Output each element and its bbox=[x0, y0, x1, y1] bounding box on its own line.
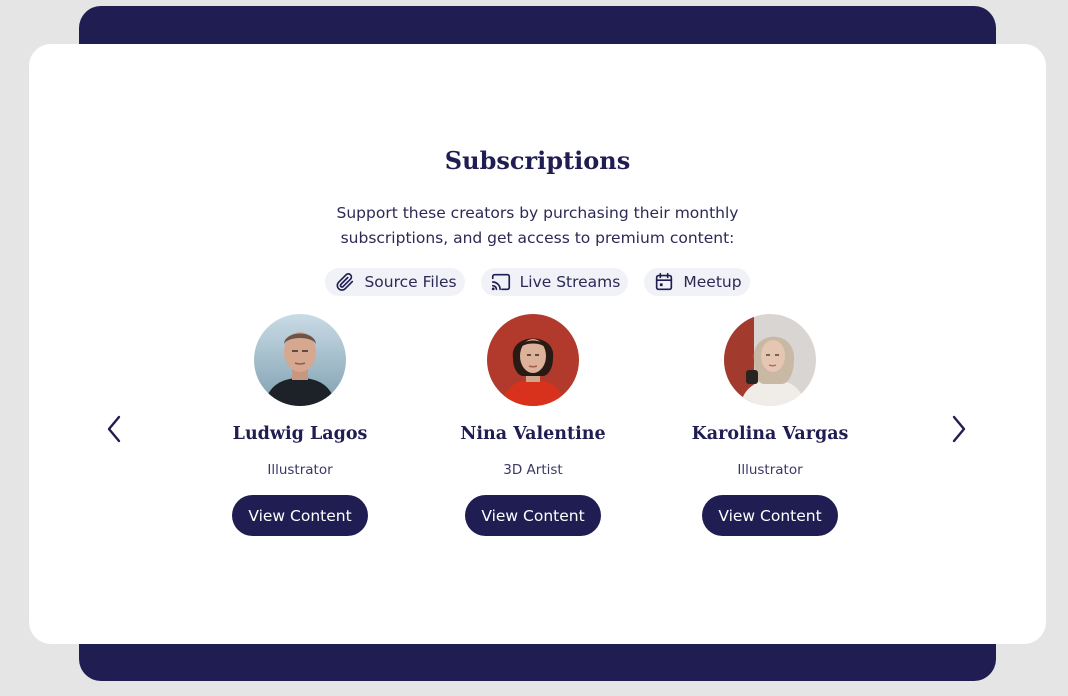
creator-name: Ludwig Lagos bbox=[232, 424, 368, 444]
subscriptions-card: Subscriptions Support these creators by … bbox=[29, 44, 1046, 644]
creator-photo bbox=[724, 314, 816, 406]
creator-photo bbox=[254, 314, 346, 406]
creator-card: Nina Valentine 3D Artist View Content bbox=[433, 314, 633, 536]
description-line-1: Support these creators by purchasing the… bbox=[336, 204, 739, 222]
avatar bbox=[724, 314, 816, 406]
chevron-right-icon bbox=[952, 415, 966, 443]
carousel-next-button[interactable] bbox=[943, 409, 973, 449]
feature-list: Source Files Live Streams Meetup bbox=[29, 268, 1046, 296]
feature-live-streams: Live Streams bbox=[480, 268, 629, 296]
view-content-button[interactable]: View Content bbox=[232, 495, 368, 536]
calendar-icon bbox=[656, 272, 673, 291]
section-title: Subscriptions bbox=[444, 146, 631, 175]
view-content-button[interactable]: View Content bbox=[702, 495, 838, 536]
creator-carousel: Ludwig Lagos Illustrator View Content Ni… bbox=[29, 314, 1046, 554]
avatar bbox=[254, 314, 346, 406]
creator-photo bbox=[487, 314, 579, 406]
feature-meetup: Meetup bbox=[644, 268, 750, 296]
feature-label: Meetup bbox=[683, 273, 742, 291]
description-line-2: subscriptions, and get access to premium… bbox=[340, 229, 735, 247]
chevron-left-icon bbox=[107, 415, 121, 443]
feature-label: Live Streams bbox=[519, 273, 621, 291]
avatar bbox=[487, 314, 579, 406]
creator-role: 3D Artist bbox=[503, 462, 563, 478]
creator-role: Illustrator bbox=[737, 462, 803, 478]
carousel-prev-button[interactable] bbox=[100, 409, 130, 449]
view-content-button[interactable]: View Content bbox=[465, 495, 601, 536]
creator-role: Illustrator bbox=[267, 462, 333, 478]
feature-source-files: Source Files bbox=[325, 268, 465, 296]
cast-icon bbox=[491, 273, 510, 291]
section-description: Support these creators by purchasing the… bbox=[29, 201, 1046, 251]
creator-name: Nina Valentine bbox=[460, 424, 606, 444]
paperclip-icon bbox=[336, 273, 354, 291]
creator-card: Karolina Vargas Illustrator View Content bbox=[670, 314, 870, 536]
creator-card: Ludwig Lagos Illustrator View Content bbox=[200, 314, 400, 536]
creator-name: Karolina Vargas bbox=[691, 424, 849, 444]
feature-label: Source Files bbox=[364, 273, 457, 291]
